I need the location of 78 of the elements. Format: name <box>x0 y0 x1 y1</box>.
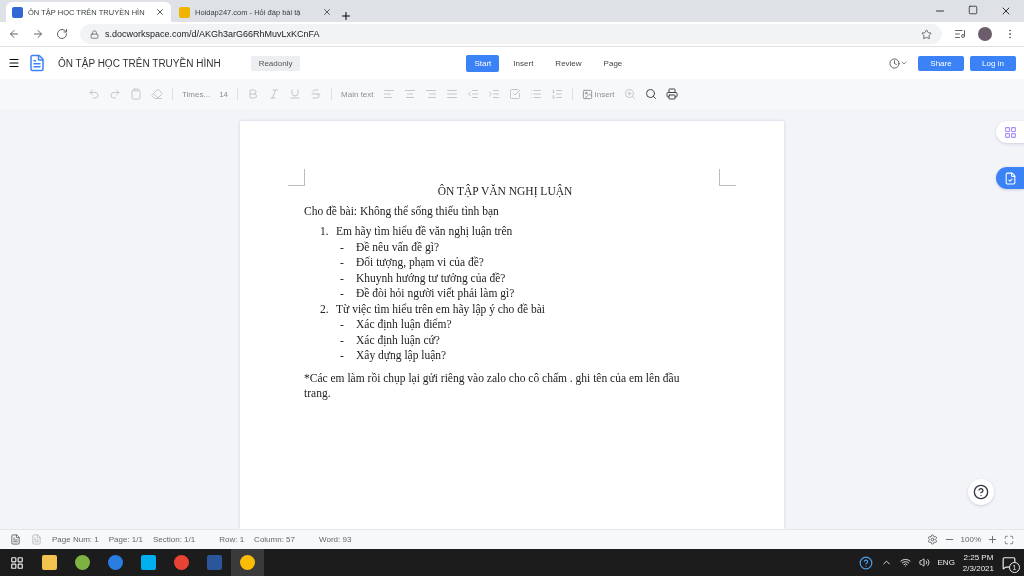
list-item: Khuynh hướng tư tưởng của đề? <box>356 270 506 286</box>
avatar[interactable] <box>978 27 992 41</box>
menu-tab[interactable]: Insert <box>505 54 542 72</box>
language-indicator[interactable]: ENG <box>937 558 955 567</box>
image-icon <box>581 88 593 100</box>
document-title: ÔN TẬP HỌC TRÊN TRUYỀN HÌNH <box>58 57 221 69</box>
list-item: Em hãy tìm hiểu đề văn nghị luận trên <box>336 224 513 240</box>
volume-icon[interactable] <box>918 557 930 568</box>
zoom-in-icon[interactable] <box>987 534 998 545</box>
search-icon[interactable] <box>644 88 657 100</box>
zoom-level: 100% <box>960 535 981 544</box>
paragraph: Cho đề bài: Không thể sống thiếu tình bạn <box>304 205 500 217</box>
lock-icon <box>90 29 99 39</box>
list-number: 1. <box>320 224 330 239</box>
help-icon <box>973 484 989 500</box>
caret-icon <box>900 59 908 67</box>
list-item: Đề đòi hỏi người viết phải làm gì? <box>356 286 515 302</box>
list-item: Xác định luận điểm? <box>356 317 452 332</box>
menu-tab[interactable]: Review <box>547 54 590 72</box>
margin-mark <box>288 169 305 186</box>
list-item: Đối tượng, phạm vi của đề? <box>356 255 484 271</box>
list-bullet: - <box>340 348 345 363</box>
address-bar[interactable]: s.docworkspace.com/d/AKGh3arG66RhMuvLxKCnFA <box>80 24 942 44</box>
clock-icon <box>889 57 900 69</box>
readonly-badge: Readonly <box>250 55 301 71</box>
menu-tab[interactable]: Start <box>466 54 500 72</box>
list-bullet: - <box>340 255 345 270</box>
document-icon <box>1003 171 1017 185</box>
fullscreen-icon[interactable] <box>1004 534 1014 545</box>
status-text: Word: 93 <box>319 535 352 544</box>
clock[interactable]: 2:25 PM 2/3/2021 <box>962 551 994 574</box>
document-tool-button[interactable] <box>996 167 1024 189</box>
grid-icon <box>1003 125 1017 139</box>
back-icon[interactable] <box>8 28 20 40</box>
list-bullet: - <box>340 239 345 255</box>
page-view-icon[interactable] <box>10 534 21 545</box>
reload-icon[interactable] <box>56 28 68 40</box>
maximize-icon[interactable] <box>968 5 978 15</box>
print-icon[interactable] <box>665 88 678 100</box>
document-heading: ÔN TẬP VĂN NGHỊ LUẬN <box>436 185 574 197</box>
taskbar-app[interactable] <box>231 549 264 576</box>
menu-icon[interactable] <box>8 57 20 69</box>
star-icon[interactable] <box>921 28 932 40</box>
close-icon[interactable] <box>322 7 332 17</box>
status-text: Row: 1 <box>219 535 245 544</box>
close-icon[interactable] <box>155 7 165 17</box>
checkbox-icon[interactable] <box>508 88 521 100</box>
status-text: Page Num: 1 <box>52 535 99 544</box>
list-bullet: - <box>340 286 345 301</box>
forward-icon[interactable] <box>32 28 44 40</box>
new-tab-icon[interactable] <box>340 10 352 22</box>
paragraph: *Các em làm rồi chụp lại gửi riêng vào zalo cho cô chấm . ghi tên của em lên đầu trang. <box>304 370 681 401</box>
menu-tab[interactable]: Page <box>595 54 631 72</box>
list-bullet: - <box>340 332 345 348</box>
status-text: Column: 57 <box>254 535 296 544</box>
list-item: Xác định luận cứ? <box>356 332 440 348</box>
share-button[interactable]: Share <box>918 55 964 71</box>
status-text: Page: 1/1 <box>108 535 143 544</box>
status-text: Section: 1/1 <box>152 535 196 544</box>
site-icon <box>179 6 190 18</box>
help-icon[interactable] <box>858 555 873 570</box>
site-icon <box>12 6 23 18</box>
settings-icon[interactable] <box>926 534 938 545</box>
close-icon[interactable] <box>1000 5 1012 17</box>
url-text: s.docworkspace.com/d/AKGh3arG66RhMuvLxKCnFA <box>105 29 320 39</box>
document-icon <box>28 54 46 72</box>
list-item: Từ việc tìm hiểu trên em hãy lập ý cho đề bài <box>336 301 545 317</box>
list-item: Xây dựng lập luận? <box>356 348 447 364</box>
list-number: 2. <box>320 301 330 317</box>
assistant-button[interactable] <box>968 479 994 505</box>
apps-button[interactable] <box>996 121 1024 143</box>
margin-mark <box>719 169 736 186</box>
wifi-icon[interactable] <box>899 557 911 568</box>
list-bullet: - <box>340 270 345 286</box>
list-item: Đề nêu vấn đề gì? <box>356 239 440 255</box>
media-icon[interactable] <box>954 28 966 40</box>
list-bullet: - <box>340 317 345 332</box>
login-button[interactable]: Log in <box>970 55 1016 71</box>
